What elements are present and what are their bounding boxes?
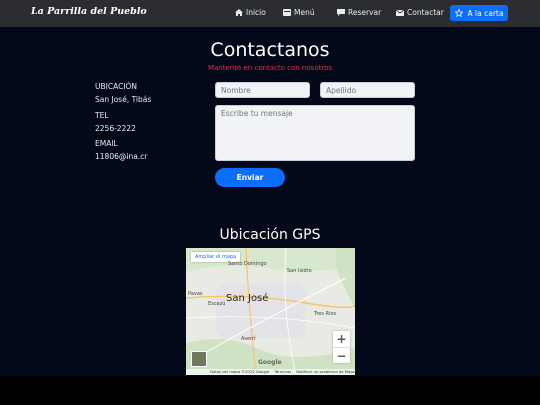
- message-textarea[interactable]: [215, 105, 415, 161]
- map-place-label: Escazú: [208, 301, 226, 307]
- nav-item-reservar[interactable]: Reservar: [337, 8, 381, 17]
- map-place-label: Santo Domingo: [228, 261, 267, 267]
- page-subtitle: Mantente en contacto con nosotros: [207, 64, 333, 72]
- chat-icon: [337, 9, 345, 16]
- map-terms-link[interactable]: Términos: [274, 369, 291, 375]
- map-city-label: San José: [226, 293, 269, 304]
- footer-bar: [0, 376, 540, 405]
- a-la-carta-label: A la carta: [467, 8, 504, 18]
- email-label: EMAIL: [95, 139, 118, 148]
- map-data-credit: Datos del mapa ©2022 Google: [210, 369, 270, 374]
- zoom-in-button[interactable]: +: [333, 331, 350, 347]
- send-button[interactable]: Enviar: [215, 168, 285, 187]
- nav-item-label: Reservar: [348, 8, 382, 17]
- home-icon: [235, 9, 243, 16]
- map-zoom-control: + −: [333, 331, 350, 363]
- email-value: 11806@ina.cr: [95, 152, 148, 161]
- phone-value: 2256-2222: [95, 124, 136, 133]
- map-place-label: Aserrí: [241, 336, 256, 342]
- phone-label: TEL: [95, 111, 109, 120]
- nav-item-label: Menú: [294, 8, 315, 17]
- menu-book-icon: [283, 9, 291, 16]
- nav-item-inicio[interactable]: Inicio: [235, 8, 266, 17]
- location-value: San José, Tibás: [95, 95, 152, 104]
- navbar: La Parrilla del Pueblo Inicio Menú Reser…: [0, 0, 540, 27]
- nav-item-menu[interactable]: Menú: [283, 8, 315, 17]
- nav-item-contactar[interactable]: Contactar: [396, 8, 444, 17]
- embedded-map[interactable]: Ampliar el mapa Santo Domingo San Isidro…: [186, 248, 355, 375]
- lastname-input[interactable]: [320, 82, 415, 98]
- zoom-out-button[interactable]: −: [333, 348, 350, 364]
- map-place-label: Pavas: [188, 291, 203, 297]
- google-logo: Google: [258, 359, 282, 366]
- gps-title: Ubicación GPS: [219, 227, 321, 243]
- location-label: UBICACIÓN: [95, 82, 138, 91]
- map-place-label: San Isidro: [287, 268, 312, 274]
- brand-logo[interactable]: La Parrilla del Pueblo: [31, 6, 147, 17]
- nav-item-label: Contactar: [407, 8, 444, 17]
- star-icon: [454, 9, 463, 17]
- name-input[interactable]: [215, 82, 310, 98]
- map-place-label: Tres Ríos: [314, 311, 337, 317]
- map-footer: Datos del mapa ©2022 Google Términos Not…: [186, 369, 355, 375]
- mail-icon: [396, 9, 404, 16]
- nav-item-label: Inicio: [246, 8, 266, 17]
- satellite-toggle[interactable]: [191, 351, 207, 367]
- a-la-carta-button[interactable]: A la carta: [450, 5, 508, 21]
- page-title: Contactanos: [210, 39, 330, 61]
- map-report-link[interactable]: Notificar un problema de Maps: [296, 369, 355, 375]
